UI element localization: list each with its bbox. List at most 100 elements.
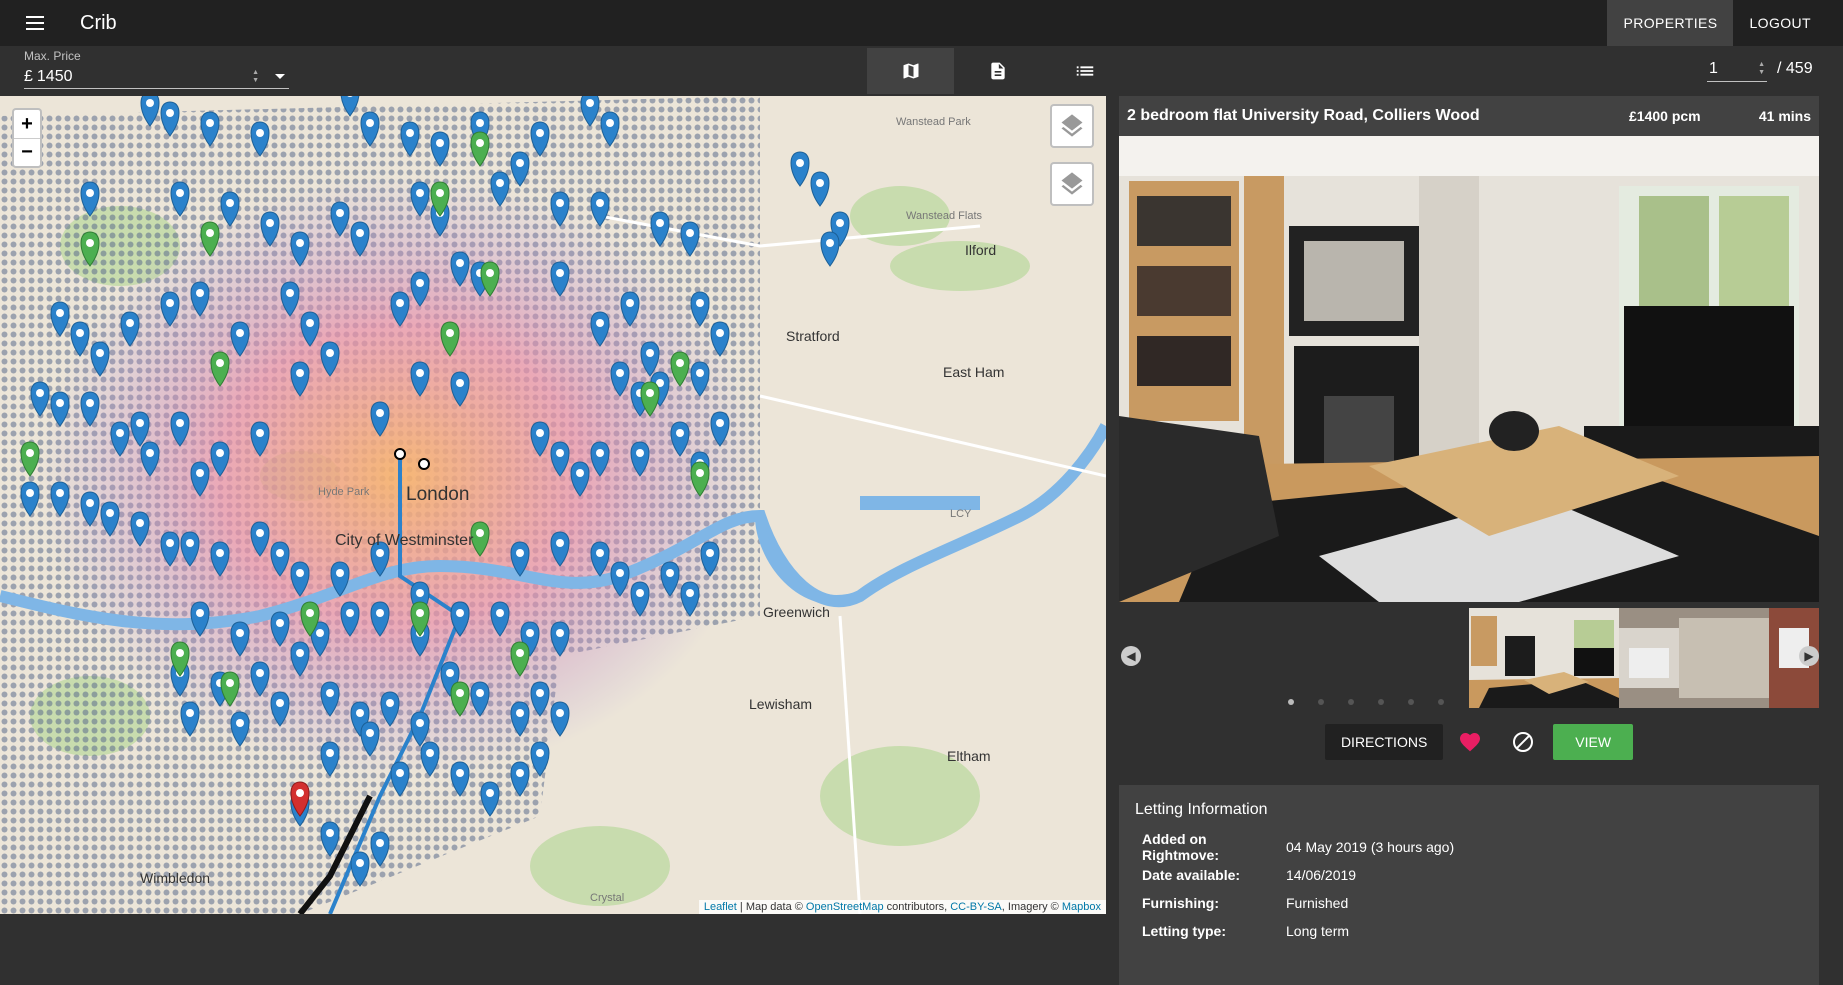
map-marker[interactable]	[700, 541, 720, 577]
map-marker[interactable]	[590, 541, 610, 577]
directions-button[interactable]: DIRECTIONS	[1324, 724, 1444, 760]
carousel-prev-icon[interactable]: ◀	[1121, 646, 1141, 666]
map-marker[interactable]	[130, 411, 150, 447]
mapbox-link[interactable]: Mapbox	[1062, 901, 1101, 913]
map-marker[interactable]	[610, 561, 630, 597]
map-marker[interactable]	[590, 191, 610, 227]
map-marker[interactable]	[320, 681, 340, 717]
map-marker[interactable]	[50, 301, 70, 337]
map-marker[interactable]	[530, 121, 550, 157]
map[interactable]: London City of Westminster Ilford Stratf…	[0, 96, 1106, 914]
map-marker[interactable]	[160, 291, 180, 327]
map-marker[interactable]	[530, 741, 550, 777]
map-marker[interactable]	[330, 201, 350, 237]
map-marker[interactable]	[320, 341, 340, 377]
map-marker[interactable]	[810, 171, 830, 207]
map-marker[interactable]	[450, 251, 470, 287]
osm-link[interactable]: OpenStreetMap	[806, 901, 884, 913]
map-marker[interactable]	[510, 761, 530, 797]
map-marker[interactable]	[370, 401, 390, 437]
map-marker[interactable]	[50, 481, 70, 517]
map-marker[interactable]	[670, 421, 690, 457]
page-number-input[interactable]: 1 ▲ ▼	[1707, 56, 1767, 82]
map-marker[interactable]	[790, 151, 810, 187]
view-button[interactable]: VIEW	[1553, 724, 1634, 760]
map-marker[interactable]	[190, 461, 210, 497]
map-marker[interactable]	[380, 691, 400, 727]
map-marker-favourite[interactable]	[440, 321, 460, 357]
thumbnail-1[interactable]	[1469, 608, 1619, 708]
map-marker[interactable]	[630, 441, 650, 477]
map-marker[interactable]	[80, 181, 100, 217]
map-marker[interactable]	[170, 181, 190, 217]
zoom-in-button[interactable]: +	[14, 110, 40, 138]
zoom-out-button[interactable]: −	[14, 138, 40, 166]
map-marker-favourite[interactable]	[690, 461, 710, 497]
map-marker[interactable]	[140, 441, 160, 477]
price-stepper-icon[interactable]: ▲ ▼	[252, 69, 259, 85]
map-marker[interactable]	[100, 501, 120, 537]
map-marker[interactable]	[20, 481, 40, 517]
map-marker[interactable]	[210, 541, 230, 577]
carousel-dot-2[interactable]	[1318, 699, 1324, 705]
property-main-photo[interactable]	[1119, 136, 1819, 602]
map-marker[interactable]	[390, 291, 410, 327]
map-marker[interactable]	[680, 581, 700, 617]
map-marker[interactable]	[660, 561, 680, 597]
map-marker[interactable]	[410, 711, 430, 747]
map-marker[interactable]	[30, 381, 50, 417]
map-marker[interactable]	[550, 441, 570, 477]
map-marker[interactable]	[550, 191, 570, 227]
map-marker[interactable]	[630, 581, 650, 617]
map-marker[interactable]	[360, 111, 380, 147]
map-marker[interactable]	[190, 281, 210, 317]
map-marker[interactable]	[250, 661, 270, 697]
map-marker[interactable]	[550, 621, 570, 657]
map-marker[interactable]	[550, 701, 570, 737]
map-marker[interactable]	[650, 211, 670, 247]
map-marker[interactable]	[820, 231, 840, 267]
map-marker[interactable]	[640, 341, 660, 377]
map-marker[interactable]	[340, 601, 360, 637]
map-marker[interactable]	[280, 281, 300, 317]
map-marker[interactable]	[330, 561, 350, 597]
map-marker[interactable]	[170, 411, 190, 447]
map-marker-favourite[interactable]	[670, 351, 690, 387]
map-marker[interactable]	[530, 421, 550, 457]
map-marker-favourite[interactable]	[470, 131, 490, 167]
map-marker[interactable]	[350, 221, 370, 257]
map-marker[interactable]	[90, 341, 110, 377]
map-marker[interactable]	[290, 561, 310, 597]
map-marker[interactable]	[270, 691, 290, 727]
map-marker[interactable]	[550, 261, 570, 297]
map-marker[interactable]	[610, 361, 630, 397]
document-view-button[interactable]	[954, 48, 1041, 94]
map-marker[interactable]	[290, 361, 310, 397]
map-marker[interactable]	[580, 96, 600, 127]
hamburger-menu-icon[interactable]	[17, 5, 53, 41]
map-marker[interactable]	[290, 231, 310, 267]
map-marker[interactable]	[690, 291, 710, 327]
map-marker[interactable]	[140, 96, 160, 127]
layers-control-button[interactable]	[1050, 104, 1094, 148]
map-marker[interactable]	[250, 121, 270, 157]
map-marker[interactable]	[430, 131, 450, 167]
map-marker[interactable]	[480, 781, 500, 817]
map-marker[interactable]	[190, 601, 210, 637]
map-marker[interactable]	[450, 371, 470, 407]
map-marker[interactable]	[620, 291, 640, 327]
map-marker[interactable]	[250, 521, 270, 557]
map-marker[interactable]	[590, 311, 610, 347]
map-marker[interactable]	[470, 681, 490, 717]
map-marker[interactable]	[450, 601, 470, 637]
map-marker[interactable]	[600, 111, 620, 147]
map-marker[interactable]	[220, 191, 240, 227]
properties-nav-button[interactable]: PROPERTIES	[1607, 0, 1734, 46]
map-marker[interactable]	[530, 681, 550, 717]
map-marker[interactable]	[250, 421, 270, 457]
map-marker[interactable]	[570, 461, 590, 497]
leaflet-link[interactable]: Leaflet	[704, 901, 737, 913]
map-marker[interactable]	[340, 96, 360, 117]
map-marker[interactable]	[290, 641, 310, 677]
map-marker-favourite[interactable]	[80, 231, 100, 267]
